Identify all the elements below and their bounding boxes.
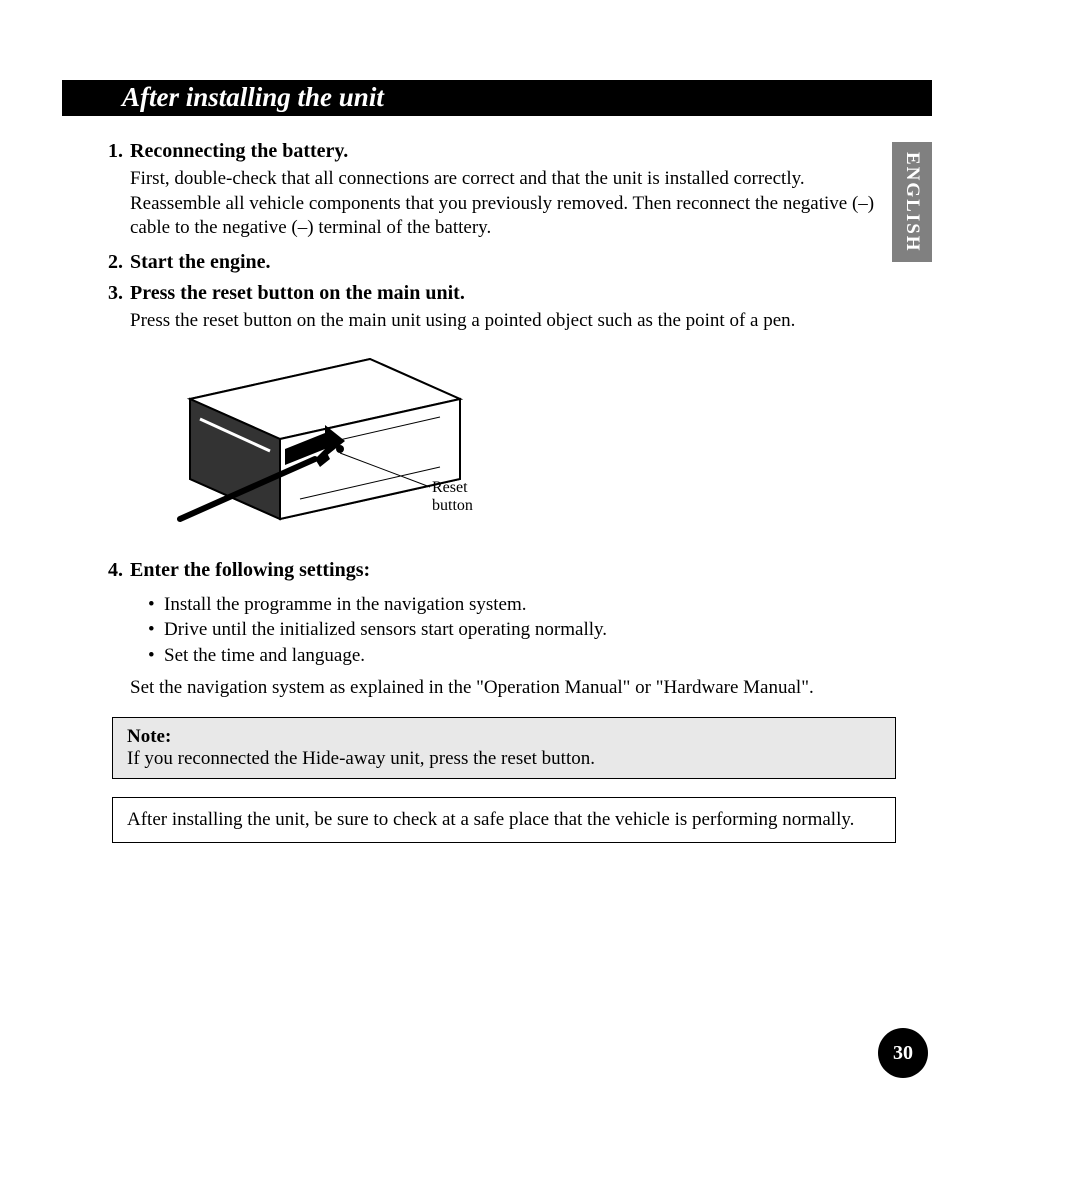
- note-label: Note:: [127, 726, 881, 748]
- step-number: 2.: [108, 251, 130, 274]
- step-title: Start the engine.: [130, 251, 271, 273]
- step-heading: 2.Start the engine.: [108, 251, 898, 274]
- warning-box: After installing the unit, be sure to ch…: [112, 797, 896, 844]
- step-2: 2.Start the engine.: [108, 251, 898, 274]
- step-4: 4.Enter the following settings:: [108, 559, 898, 582]
- content-area: 1.Reconnecting the battery. First, doubl…: [108, 140, 898, 843]
- step-heading: 4.Enter the following settings:: [108, 559, 898, 582]
- illustration-label: Reset button: [432, 479, 510, 515]
- bullet-item: Install the programme in the navigation …: [148, 592, 898, 618]
- step-title: Reconnecting the battery.: [130, 140, 348, 162]
- step-title: Enter the following settings:: [130, 559, 370, 581]
- step-body: Press the reset button on the main unit …: [130, 309, 898, 334]
- bullet-item: Set the time and language.: [148, 643, 898, 669]
- language-tab: ENGLISH: [892, 142, 932, 262]
- settings-footer-text: Set the navigation system as explained i…: [130, 677, 898, 699]
- step-1: 1.Reconnecting the battery. First, doubl…: [108, 140, 898, 241]
- step-number: 3.: [108, 282, 130, 305]
- header-title: After installing the unit: [122, 82, 384, 112]
- note-text: If you reconnected the Hide-away unit, p…: [127, 748, 881, 770]
- manual-page: After installing the unit ENGLISH 1.Reco…: [0, 0, 1080, 1188]
- step-3: 3.Press the reset button on the main uni…: [108, 282, 898, 334]
- page-number: 30: [878, 1028, 928, 1078]
- step-number: 4.: [108, 559, 130, 582]
- step-number: 1.: [108, 140, 130, 163]
- settings-bullets: Install the programme in the navigation …: [148, 592, 898, 669]
- step-heading: 1.Reconnecting the battery.: [108, 140, 898, 163]
- note-box: Note: If you reconnected the Hide-away u…: [112, 717, 896, 779]
- section-header: After installing the unit: [62, 80, 932, 116]
- step-title: Press the reset button on the main unit.: [130, 282, 465, 304]
- device-illustration: Reset button: [130, 349, 510, 529]
- step-body: First, double-check that all connections…: [130, 167, 898, 241]
- step-heading: 3.Press the reset button on the main uni…: [108, 282, 898, 305]
- bullet-item: Drive until the initialized sensors star…: [148, 617, 898, 643]
